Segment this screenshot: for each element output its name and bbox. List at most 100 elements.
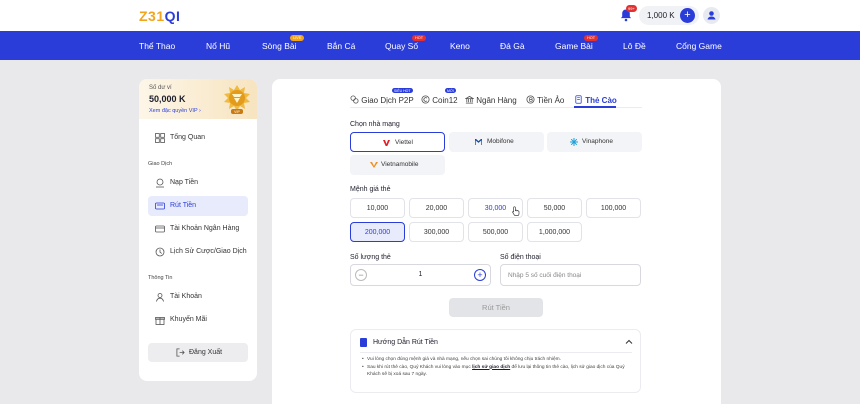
site-logo[interactable]: Z31QI bbox=[139, 8, 180, 24]
amount-option-50000[interactable]: 50,000 bbox=[527, 198, 582, 218]
bank-card-icon bbox=[155, 225, 165, 233]
amount-label: Mệnh giá thẻ bbox=[350, 186, 391, 193]
tab-badge-super-hot: SIÊU HOT bbox=[392, 88, 413, 93]
withdraw-guide-panel: Hướng Dẫn Rút Tiền Vui lòng chọn đúng mệ… bbox=[350, 329, 641, 393]
phone-label: Số điện thoại bbox=[500, 254, 541, 261]
sidebar-item-account[interactable]: Tài Khoản bbox=[148, 287, 248, 307]
quantity-label: Số lượng thẻ bbox=[350, 254, 391, 261]
sidebar-item-promotions[interactable]: Khuyến Mãi bbox=[148, 310, 248, 330]
active-tab-indicator bbox=[574, 106, 616, 108]
tab-coin12[interactable]: Coin12 bbox=[421, 95, 458, 105]
notification-badge: 99+ bbox=[626, 5, 637, 12]
guide-line-2: Sau khi rút thẻ cào, Quý Khách vui lòng … bbox=[362, 364, 632, 379]
amount-option-10000[interactable]: 10,000 bbox=[350, 198, 405, 218]
network-label: Chọn nhà mạng bbox=[350, 121, 400, 128]
card-icon bbox=[575, 95, 582, 104]
quantity-value[interactable]: 1 bbox=[351, 271, 490, 278]
logo-part-2: QI bbox=[164, 8, 181, 24]
nav-item-no-hu[interactable]: Nổ Hũ bbox=[206, 41, 230, 51]
vip-emblem-icon: VIP bbox=[224, 85, 250, 114]
nav-item-quay-so[interactable]: Quay Số bbox=[385, 41, 418, 51]
grid-icon bbox=[155, 133, 165, 143]
deposit-plus-button[interactable]: + bbox=[680, 8, 695, 23]
transaction-history-link[interactable]: lịch sử giao dịch bbox=[472, 365, 510, 370]
phone-last-digits-input[interactable] bbox=[500, 264, 641, 286]
network-option-vietnamobile[interactable]: Vietnamobile bbox=[350, 155, 445, 175]
withdraw-submit-button[interactable]: Rút Tiền bbox=[449, 298, 543, 317]
tab-bank[interactable]: Ngân Hàng bbox=[464, 95, 517, 105]
nav-item-da-ga[interactable]: Đá Gà bbox=[500, 41, 525, 51]
sidebar-item-withdraw[interactable]: Rút Tiền bbox=[148, 196, 248, 216]
tab-label: Coin12 bbox=[432, 96, 458, 105]
mobifone-logo-icon bbox=[475, 139, 482, 145]
amount-option-300000[interactable]: 300,000 bbox=[409, 222, 464, 242]
logout-button[interactable]: Đăng Xuất bbox=[148, 343, 248, 362]
network-option-vinaphone[interactable]: Vinaphone bbox=[547, 132, 642, 152]
sidebar-item-history[interactable]: Lịch Sử Cược/Giao Dịch bbox=[148, 242, 248, 262]
guide-line-2-text-a: Sau khi rút thẻ cào, Quý Khách vui lòng … bbox=[367, 364, 473, 370]
vinaphone-logo-icon bbox=[570, 138, 578, 146]
tab-label: Tiền Ảo bbox=[537, 96, 565, 105]
amount-option-1000000[interactable]: 1,000,000 bbox=[527, 222, 582, 242]
tab-badge-new: MỚI bbox=[445, 88, 456, 93]
sidebar-item-bank-account[interactable]: Tài Khoản Ngân Hàng bbox=[148, 219, 248, 239]
amount-option-200000[interactable]: 200,000 bbox=[350, 222, 405, 242]
amount-value: 500,000 bbox=[482, 229, 509, 236]
tab-p2p[interactable]: Giao Dịch P2P bbox=[350, 95, 414, 105]
amount-value: 50,000 bbox=[543, 205, 566, 212]
nav-item-lo-de[interactable]: Lô Đề bbox=[623, 41, 646, 51]
tab-label: Giao Dịch P2P bbox=[361, 96, 414, 105]
vip-link-label: Xem đặc quyền VIP bbox=[149, 108, 198, 114]
section-title-transactions: Giao Dịch bbox=[148, 161, 173, 167]
gift-icon bbox=[155, 317, 165, 325]
nav-badge-hot-2: HOT bbox=[584, 35, 599, 41]
sidebar-item-label: Lịch Sử Cược/Giao Dịch bbox=[170, 248, 247, 255]
top-bar: Z31QI 99+ 1,000 K + bbox=[0, 0, 860, 31]
guide-divider bbox=[360, 352, 632, 353]
nav-item-cong-game[interactable]: Cổng Game bbox=[676, 41, 722, 51]
sidebar-item-label: Tài Khoản bbox=[170, 293, 202, 300]
guide-title: Hướng Dẫn Rút Tiền bbox=[373, 339, 438, 346]
vip-privileges-link[interactable]: Xem đặc quyền VIP › bbox=[149, 108, 201, 114]
amount-value: 300,000 bbox=[423, 229, 450, 236]
nav-item-ban-ca[interactable]: Bắn Cá bbox=[327, 41, 355, 51]
user-menu-button[interactable] bbox=[703, 7, 720, 24]
vietnamobile-logo-icon bbox=[370, 162, 378, 168]
network-label-viettel: Viettel bbox=[395, 139, 413, 146]
withdraw-icon bbox=[155, 202, 165, 210]
quantity-increase-button[interactable]: + bbox=[474, 269, 486, 281]
tab-label: Thẻ Cào bbox=[585, 96, 617, 105]
chevron-up-icon[interactable] bbox=[624, 337, 634, 347]
sidebar-item-label: Rút Tiền bbox=[170, 202, 197, 209]
amount-value: 10,000 bbox=[366, 205, 389, 212]
hand-cursor-icon bbox=[512, 206, 520, 216]
wallet-balance-card: Số dư ví 50,000 K Xem đặc quyền VIP › VI… bbox=[139, 79, 257, 119]
nav-item-song-bai[interactable]: Sòng Bài bbox=[262, 41, 297, 51]
coin-icon bbox=[421, 95, 430, 104]
nav-item-game-bai[interactable]: Game Bài bbox=[555, 41, 593, 51]
crypto-icon bbox=[526, 95, 535, 104]
nav-item-the-thao[interactable]: Thể Thao bbox=[139, 41, 175, 51]
amount-value: 20,000 bbox=[425, 205, 448, 212]
network-label-vinaphone: Vinaphone bbox=[582, 138, 613, 145]
amount-option-100000[interactable]: 100,000 bbox=[586, 198, 641, 218]
nav-badge-live: LIVE bbox=[290, 35, 305, 41]
deposit-icon bbox=[156, 178, 164, 188]
tab-scratch-card[interactable]: Thẻ Cào bbox=[574, 95, 617, 105]
amount-value: 1,000,000 bbox=[538, 229, 571, 236]
nav-badge-hot: HOT bbox=[412, 35, 427, 41]
sidebar-item-overview[interactable]: Tổng Quan bbox=[148, 128, 248, 148]
amount-value: 200,000 bbox=[364, 229, 391, 236]
amount-value: 100,000 bbox=[600, 205, 627, 212]
network-option-mobifone[interactable]: Mobifone bbox=[449, 132, 544, 152]
amount-option-20000[interactable]: 20,000 bbox=[409, 198, 464, 218]
header-balance: 1,000 K bbox=[647, 11, 675, 20]
sidebar-item-deposit[interactable]: Nạp Tiền bbox=[148, 173, 248, 193]
nav-item-keno[interactable]: Keno bbox=[450, 41, 470, 51]
wallet-balance-label: Số dư ví bbox=[149, 85, 172, 91]
amount-option-500000[interactable]: 500,000 bbox=[468, 222, 523, 242]
tab-crypto[interactable]: Tiền Ảo bbox=[526, 95, 564, 105]
section-title-info: Thông Tin bbox=[148, 275, 173, 281]
network-option-viettel[interactable]: Viettel bbox=[350, 132, 445, 152]
guide-line-1: Vui lòng chọn đúng mệnh giá và nhà mạng,… bbox=[362, 356, 632, 364]
